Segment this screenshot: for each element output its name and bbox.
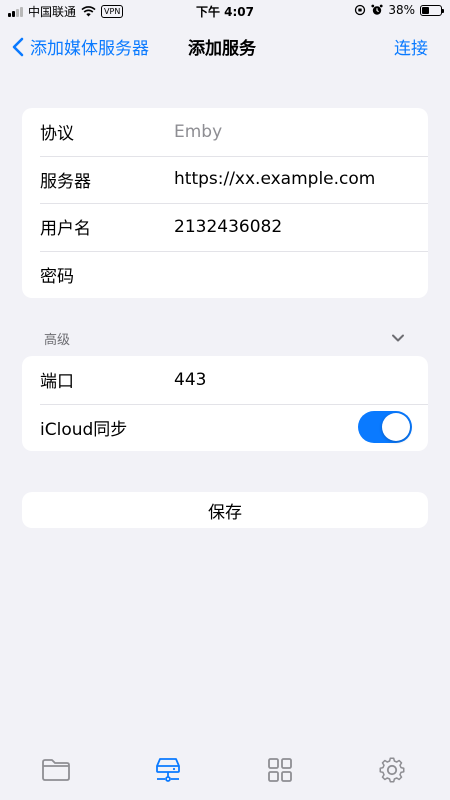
server-label: 服务器 [40, 171, 91, 192]
toggle-knob [382, 413, 410, 442]
save-button[interactable]: 保存 [22, 492, 428, 528]
server-info-group: 协议 Emby 服务器 https://xx.example.com 用户名 2… [22, 108, 428, 298]
orientation-lock-icon [355, 4, 366, 16]
alarm-icon [371, 4, 383, 15]
advanced-section-header: 高级 [44, 333, 71, 348]
icloud-sync-toggle[interactable] [358, 411, 412, 444]
folder-icon [42, 759, 70, 781]
username-row: 用户名 2132436082 [22, 203, 428, 251]
tab-settings[interactable] [370, 750, 414, 790]
server-icon [156, 758, 180, 782]
protocol-row[interactable]: 协议 Emby [22, 108, 428, 156]
status-right: 38% [354, 3, 444, 17]
battery-icon [420, 4, 444, 16]
status-bar: 中国联通 VPN 下午 4:07 38% [0, 0, 450, 22]
username-label: 用户名 [40, 219, 91, 240]
protocol-label: 协议 [40, 124, 74, 145]
port-label: 端口 [40, 372, 74, 393]
port-row: 端口 443 [22, 356, 428, 404]
tab-bar [0, 738, 450, 800]
icloud-sync-row: iCloud同步 [22, 403, 428, 452]
navigation-bar: 添加媒体服务器 添加服务 连接 [0, 28, 450, 64]
tab-servers[interactable] [146, 750, 190, 790]
gear-icon [379, 757, 405, 783]
username-field[interactable]: 2132436082 [174, 217, 282, 237]
grid-icon [268, 758, 292, 782]
back-button-label: 添加媒体服务器 [30, 39, 149, 59]
connect-button[interactable]: 连接 [394, 34, 428, 59]
password-row: 密码 [22, 250, 428, 299]
page-title: 添加服务 [188, 39, 256, 59]
server-row: 服务器 https://xx.example.com [22, 155, 428, 204]
password-label: 密码 [40, 266, 74, 287]
battery-percent: 38% [388, 3, 415, 17]
icloud-sync-label: iCloud同步 [40, 419, 128, 440]
tab-library[interactable] [258, 750, 302, 790]
server-url-field[interactable]: https://xx.example.com [174, 169, 375, 189]
protocol-value[interactable]: Emby [174, 122, 222, 142]
password-field[interactable] [174, 259, 404, 290]
chevron-down-icon[interactable] [390, 332, 406, 344]
battery-fill [422, 6, 429, 14]
tab-files[interactable] [34, 750, 78, 790]
advanced-group: 端口 443 iCloud同步 [22, 356, 428, 451]
back-button[interactable]: 添加媒体服务器 [12, 34, 149, 59]
port-field[interactable]: 443 [174, 370, 206, 390]
chevron-left-icon [12, 37, 24, 56]
